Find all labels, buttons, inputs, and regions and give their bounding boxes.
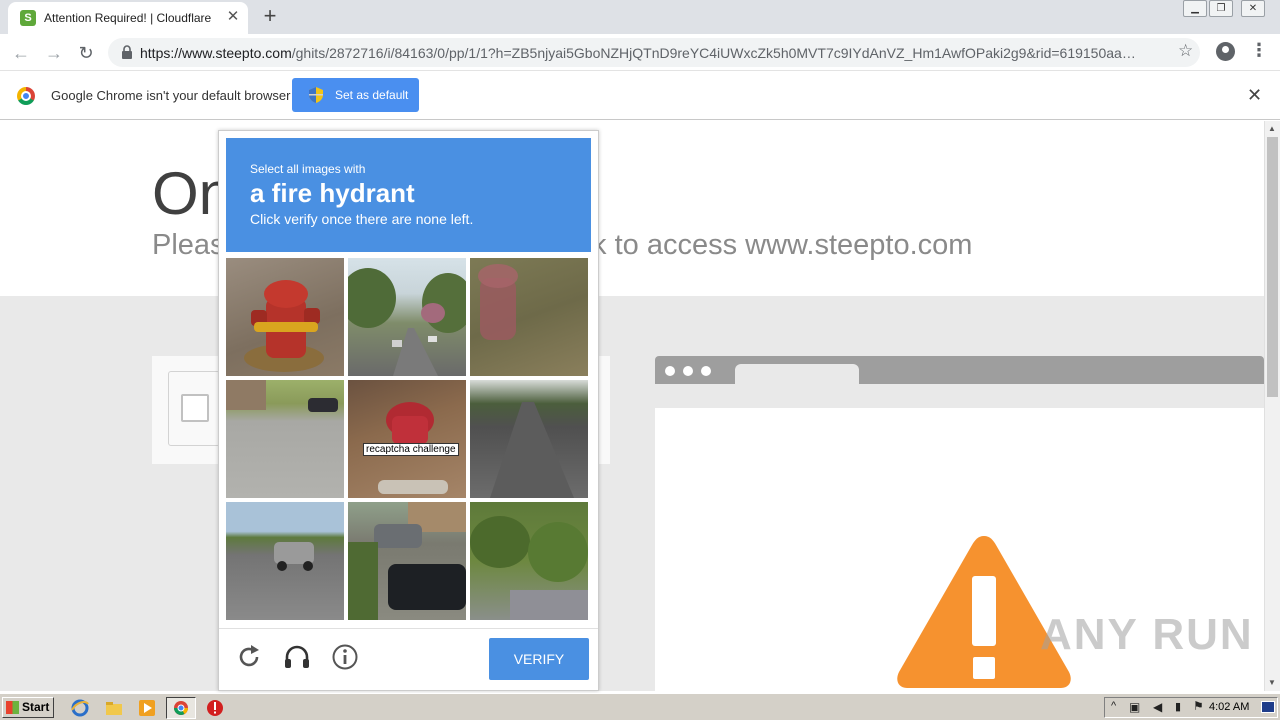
fire-hydrant-image xyxy=(244,280,324,372)
close-window-icon[interactable]: ✕ xyxy=(1241,0,1265,17)
uac-shield-icon xyxy=(309,87,323,103)
address-bar[interactable]: https://www.steepto.com/ghits/2872716/i/… xyxy=(108,38,1200,67)
page-header-area: One more step Please complete the securi… xyxy=(0,121,1264,296)
chrome-logo-icon xyxy=(17,87,35,105)
shrubs-image xyxy=(470,516,588,620)
image-tile-fire-hydrant[interactable] xyxy=(226,258,344,376)
scroll-down-icon[interactable]: ▼ xyxy=(1268,678,1276,687)
reload-icon[interactable]: ↻ xyxy=(73,40,99,66)
browser-toolbar: ← → ↻ https://www.steepto.com/ghits/2872… xyxy=(0,34,1280,71)
image-tile-shrubs[interactable] xyxy=(470,502,588,620)
scroll-up-icon[interactable]: ▲ xyxy=(1268,124,1276,133)
illustration-dot xyxy=(701,366,711,376)
security-app-icon[interactable] xyxy=(205,698,225,718)
page-scrollbar[interactable]: ▲ ▼ xyxy=(1264,121,1280,691)
bookmark-star-icon[interactable]: ☆ xyxy=(1178,41,1193,61)
image-tile-empty-road[interactable] xyxy=(470,380,588,498)
captcha-widget xyxy=(168,371,220,446)
road-suv-image xyxy=(274,542,314,571)
image-tile-road-with-car[interactable] xyxy=(226,380,344,498)
tray-expand-icon[interactable]: ^ xyxy=(1111,700,1116,712)
network-icon[interactable]: ▣ xyxy=(1129,700,1140,714)
illustration-dot xyxy=(665,366,675,376)
recaptcha-challenge: Select all images with a fire hydrant Cl… xyxy=(218,130,599,691)
account-icon[interactable] xyxy=(1216,42,1235,61)
default-browser-infobar: Google Chrome isn't your default browser… xyxy=(0,71,1280,120)
power-icon[interactable]: ▮ xyxy=(1175,700,1181,713)
menu-icon[interactable]: ⋮ xyxy=(1250,40,1268,61)
restore-icon[interactable]: ❐ xyxy=(1209,0,1233,17)
internet-explorer-icon[interactable] xyxy=(70,698,90,718)
tab-strip: S Attention Required! | Cloudflare ✕ + ▁… xyxy=(0,0,1280,34)
minimize-icon[interactable]: ▁ xyxy=(1183,0,1207,17)
image-tile-fire-hydrant-leaves[interactable] xyxy=(348,380,466,498)
browser-tab[interactable]: S Attention Required! | Cloudflare ✕ xyxy=(8,2,248,34)
road-car-image xyxy=(226,380,338,412)
back-icon[interactable]: ← xyxy=(8,40,34,66)
challenge-tooltip: recaptcha challenge xyxy=(363,443,459,456)
illustration-browser-bar xyxy=(655,356,1264,384)
url-text: https://www.steepto.com/ghits/2872716/i/… xyxy=(140,45,1140,61)
blurred-hydrant-image xyxy=(478,264,518,340)
challenge-header: Select all images with a fire hydrant Cl… xyxy=(226,138,591,252)
tab-title: Attention Required! | Cloudflare xyxy=(44,11,212,25)
hydrant-leaves-image xyxy=(378,402,448,494)
new-tab-button[interactable]: + xyxy=(258,5,282,29)
illustration-dot xyxy=(683,366,693,376)
image-tile-parked-cars[interactable] xyxy=(348,502,466,620)
anyrun-watermark: ANY RUN xyxy=(1040,610,1254,659)
windows-taskbar: Start ^ ▣ ◀ ▮ ⚑ 4:02 AM xyxy=(0,693,1280,720)
close-infobar-icon[interactable]: ✕ xyxy=(1247,85,1262,106)
challenge-image-grid xyxy=(226,258,592,624)
forward-icon[interactable]: → xyxy=(41,40,67,66)
media-player-icon[interactable] xyxy=(137,698,157,718)
file-explorer-icon[interactable] xyxy=(104,698,124,718)
show-desktop-icon[interactable] xyxy=(1261,701,1275,713)
info-icon[interactable] xyxy=(331,643,359,671)
image-tile-fire-hydrant-blurred[interactable] xyxy=(470,258,588,376)
empty-road-image xyxy=(490,402,574,498)
clock[interactable]: 4:02 AM xyxy=(1209,701,1249,713)
parked-cars-image xyxy=(348,502,466,620)
windows-flag-icon xyxy=(6,701,19,714)
action-center-flag-icon[interactable]: ⚑ xyxy=(1193,699,1204,713)
set-as-default-label: Set as default xyxy=(335,88,409,102)
image-tile-street[interactable] xyxy=(348,258,466,376)
close-tab-icon[interactable]: ✕ xyxy=(224,8,242,26)
system-tray: ^ ▣ ◀ ▮ ⚑ 4:02 AM xyxy=(1104,697,1278,718)
page-content: One more step Please complete the securi… xyxy=(0,121,1264,691)
url-domain: https://www.steepto.com xyxy=(140,45,292,61)
chrome-taskbar-button[interactable] xyxy=(166,697,196,719)
site-favicon-icon: S xyxy=(20,10,36,26)
challenge-footer: VERIFY xyxy=(219,628,598,690)
scroll-thumb[interactable] xyxy=(1267,137,1278,397)
set-as-default-button[interactable]: Set as default xyxy=(292,78,419,112)
url-path: /ghits/2872716/i/84163/0/pp/1/1?h=ZB5njy… xyxy=(291,45,1140,61)
illustration-tab xyxy=(735,364,859,384)
audio-challenge-icon[interactable] xyxy=(283,643,311,671)
challenge-hint: Click verify once there are none left. xyxy=(250,211,474,227)
image-tile-road-with-suv[interactable] xyxy=(226,502,344,620)
start-label: Start xyxy=(22,700,50,714)
lock-icon xyxy=(122,45,132,59)
captcha-checkbox[interactable] xyxy=(181,394,209,422)
infobar-message: Google Chrome isn't your default browser xyxy=(51,88,291,103)
challenge-instruction: Select all images with xyxy=(250,162,366,176)
challenge-target: a fire hydrant xyxy=(250,178,415,208)
volume-icon[interactable]: ◀ xyxy=(1153,700,1162,714)
start-button[interactable]: Start xyxy=(2,697,54,718)
reload-challenge-icon[interactable] xyxy=(235,643,263,671)
street-image xyxy=(348,268,466,376)
verify-button[interactable]: VERIFY xyxy=(489,638,589,680)
